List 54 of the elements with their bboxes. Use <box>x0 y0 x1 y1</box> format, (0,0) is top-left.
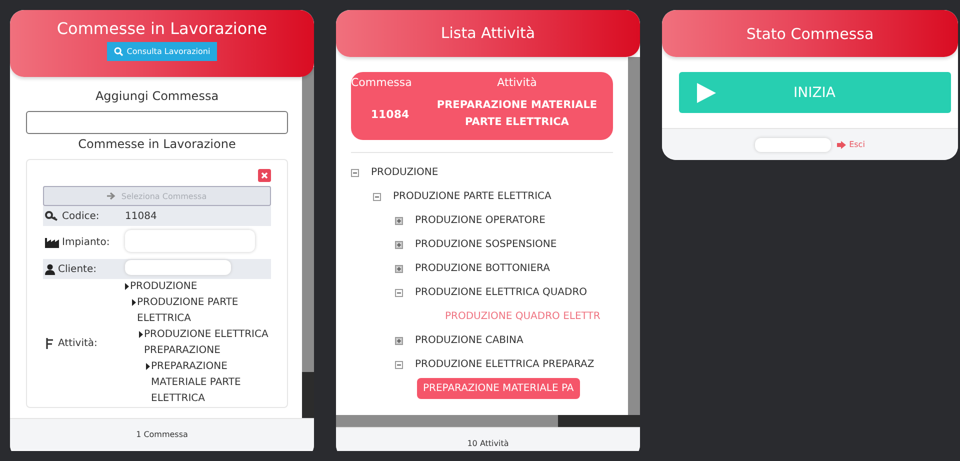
tree-item[interactable]: PRODUZIONE PARTE ELETTRICA <box>393 191 552 202</box>
collapse-icon[interactable] <box>395 288 403 297</box>
field-label: Codice: <box>62 210 100 222</box>
input-field[interactable] <box>26 111 288 134</box>
section-label: Commesse in Lavorazione <box>77 137 237 151</box>
user-icon <box>45 264 55 274</box>
tree-item[interactable]: PRODUZIONE CABINA <box>415 335 524 346</box>
caret-icon <box>139 331 143 338</box>
caret-icon <box>132 299 136 306</box>
collapse-icon[interactable] <box>373 192 381 201</box>
column-label: Attività <box>496 76 538 89</box>
scrollbar[interactable] <box>302 67 314 418</box>
factory-icon <box>45 237 59 248</box>
field-label: Impianto: <box>62 237 110 248</box>
search-icon <box>114 47 123 56</box>
footer-count: 10 Attività <box>467 439 509 448</box>
tree-item[interactable]: PRODUZIONE OPERATORE <box>415 215 546 226</box>
close-button[interactable] <box>258 169 271 182</box>
exit-icon <box>837 140 846 148</box>
activity-name: PRODUZIONE PARTE ELETTRICA <box>137 296 240 326</box>
expand-icon[interactable] <box>395 240 403 249</box>
activity-name: PRODUZIONE <box>130 280 198 294</box>
footer-count: 1 Commessa <box>136 430 188 439</box>
key-icon <box>45 211 59 221</box>
expand-icon[interactable] <box>395 216 403 225</box>
caret-icon <box>125 283 129 290</box>
expand-icon[interactable] <box>395 336 403 345</box>
caret-icon <box>146 363 150 370</box>
tree-item[interactable]: PRODUZIONE <box>371 167 438 178</box>
tree-item[interactable]: PRODUZIONE ELETTRICA PREPARAZ <box>415 359 594 370</box>
tree-item[interactable]: PRODUZIONE ELETTRICA QUADRO <box>415 287 588 298</box>
column-label: Commessa <box>351 76 413 89</box>
activity-name: PREPARAZIONE MATERIALE PARTE ELETTRICA <box>436 98 598 130</box>
field-value: 11084 <box>125 210 157 222</box>
tree-item[interactable]: PRODUZIONE BOTTONIERA <box>415 263 550 274</box>
commessa-number: 11084 <box>370 108 410 121</box>
collapse-icon[interactable] <box>395 360 403 369</box>
close-icon <box>261 172 268 179</box>
panel-title: Stato Commessa <box>746 24 874 42</box>
scrollbar[interactable] <box>336 415 640 427</box>
activity-name: PRODUZIONE ELETTRICA PREPARAZIONE <box>144 328 270 358</box>
play-icon <box>697 82 716 102</box>
activity-name: PREPARAZIONE MATERIALE PARTE ELETTRICA <box>151 360 242 406</box>
arrow-icon <box>107 192 116 200</box>
panel-title: Lista Attività <box>440 24 536 42</box>
field-label: Attività: <box>58 338 98 348</box>
scrollbar[interactable] <box>628 56 640 415</box>
flag-icon <box>45 338 55 348</box>
panel-title: Commesse in Lavorazione <box>56 20 268 38</box>
expand-icon[interactable] <box>395 264 403 273</box>
collapse-icon[interactable] <box>351 168 359 177</box>
tree-item[interactable]: PRODUZIONE SOSPENSIONE <box>415 239 557 250</box>
section-label: Aggiungi Commessa <box>94 89 220 103</box>
field-label: Cliente: <box>58 264 96 274</box>
